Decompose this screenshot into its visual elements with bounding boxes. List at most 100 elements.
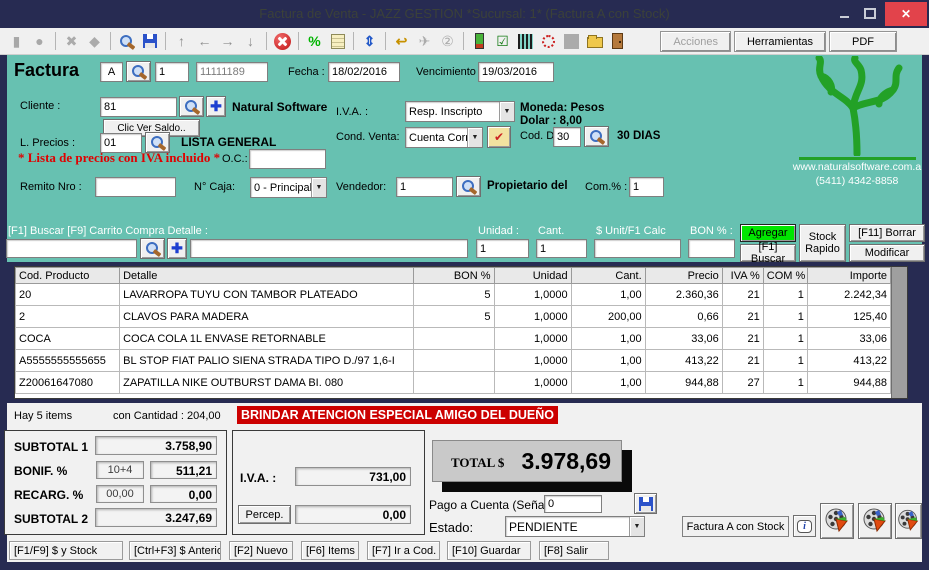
table-row[interactable]: Z20061647080ZAPATILLA NIKE OUTBURST DAMA… bbox=[16, 372, 891, 394]
stock-rapido-button[interactable]: Stock Rapido bbox=[799, 224, 846, 262]
cod-dias-field[interactable] bbox=[553, 127, 581, 147]
table-row[interactable]: COCACOCA COLA 1L ENVASE RETORNABLE1,0000… bbox=[16, 328, 891, 350]
plus-icon: ✚ bbox=[210, 98, 222, 115]
footer-button[interactable]: [F1/F9] $ y Stock bbox=[9, 541, 123, 560]
producto-codigo-field[interactable] bbox=[6, 239, 137, 258]
table-scrollbar[interactable] bbox=[891, 267, 907, 398]
cliente-codigo-field[interactable] bbox=[100, 97, 177, 117]
column-header[interactable]: COM % bbox=[763, 268, 807, 284]
search-icon[interactable] bbox=[116, 31, 137, 51]
borrar-button[interactable]: [F11] Borrar bbox=[849, 224, 925, 242]
vendedor-nombre: Propietario del bbox=[487, 180, 568, 192]
minimize-icon[interactable] bbox=[840, 16, 849, 18]
herramientas-button[interactable]: Herramientas bbox=[734, 31, 826, 52]
fit-vertical-icon[interactable]: ⇕ bbox=[359, 31, 380, 51]
chevron-down-icon[interactable]: ▼ bbox=[499, 102, 514, 121]
table-row[interactable]: 20LAVARROPA TUYU CON TAMBOR PLATEADO51,0… bbox=[16, 284, 891, 306]
column-header[interactable]: Cant. bbox=[571, 268, 645, 284]
bon-field[interactable] bbox=[688, 239, 735, 258]
cant-field[interactable] bbox=[536, 239, 587, 258]
barcode-icon[interactable] bbox=[515, 31, 536, 51]
unidad-field[interactable] bbox=[476, 239, 529, 258]
chevron-down-icon[interactable]: ▼ bbox=[311, 178, 326, 197]
pdf-button[interactable]: PDF bbox=[829, 31, 897, 52]
iva-total-value: 731,00 bbox=[295, 467, 411, 486]
producto-detalle-field[interactable] bbox=[190, 239, 468, 258]
subtotal2-label: SUBTOTAL 2 bbox=[14, 512, 88, 526]
info-button[interactable]: i bbox=[793, 515, 816, 537]
column-header[interactable]: Precio bbox=[645, 268, 722, 284]
buscar-button[interactable]: [F1] Buscar bbox=[740, 244, 796, 262]
vencimiento-field[interactable] bbox=[478, 62, 554, 82]
column-header[interactable]: Importe bbox=[807, 268, 890, 284]
film-reel-icon bbox=[861, 507, 889, 535]
table-row[interactable]: 2CLAVOS PARA MADERA51,0000200,000,662111… bbox=[16, 306, 891, 328]
tipo-comprobante-field[interactable] bbox=[100, 62, 123, 82]
arrow-down-icon: ↓ bbox=[240, 31, 261, 51]
cond-venta-combo[interactable]: Cuenta Corri ▼ bbox=[405, 127, 483, 148]
footer-button[interactable]: [Ctrl+F3] $ Anterior bbox=[129, 541, 221, 560]
producto-add-button[interactable]: ✚ bbox=[167, 238, 187, 259]
recarg-pct-field[interactable]: 00,00 bbox=[96, 485, 144, 503]
checklist-icon[interactable]: ☑ bbox=[492, 31, 513, 51]
modificar-button[interactable]: Modificar bbox=[849, 244, 925, 262]
refresh-dots-icon[interactable] bbox=[538, 31, 559, 51]
column-header[interactable]: IVA % bbox=[722, 268, 763, 284]
column-header[interactable]: BON % bbox=[414, 268, 494, 284]
arrow-right-icon: → bbox=[217, 31, 238, 51]
footer-button[interactable]: [F8] Salir bbox=[539, 541, 609, 560]
maximize-icon[interactable] bbox=[864, 8, 876, 19]
vendedor-field[interactable] bbox=[396, 177, 453, 197]
footer-button[interactable]: [F6] Items bbox=[301, 541, 359, 560]
factura-stock-button[interactable]: Factura A con Stock bbox=[682, 516, 789, 537]
column-header[interactable]: Unidad bbox=[494, 268, 571, 284]
percep-button[interactable]: Percep. bbox=[238, 505, 291, 524]
percent-icon[interactable]: % bbox=[304, 31, 325, 51]
footer-button[interactable]: [F2] Nuevo bbox=[229, 541, 293, 560]
footer-button[interactable]: [F10] Guardar bbox=[447, 541, 531, 560]
cond-venta-check-button[interactable]: ✔ bbox=[487, 126, 511, 148]
footer-button[interactable]: [F7] Ir a Cod. bbox=[367, 541, 440, 560]
caja-combo[interactable]: 0 - Principal ▼ bbox=[250, 177, 327, 198]
media-button-1[interactable] bbox=[820, 503, 854, 539]
sucursal-field[interactable] bbox=[155, 62, 189, 82]
toolbar-separator bbox=[55, 32, 56, 50]
vendedor-search-button[interactable] bbox=[456, 176, 481, 197]
column-header[interactable]: Cod. Producto bbox=[16, 268, 120, 284]
table-row[interactable]: A5555555555655BL STOP FIAT PALIO SIENA S… bbox=[16, 350, 891, 372]
folder-open-icon[interactable] bbox=[584, 31, 605, 51]
column-header[interactable]: Detalle bbox=[120, 268, 414, 284]
notes-icon[interactable] bbox=[327, 31, 348, 51]
agregar-button[interactable]: Agregar bbox=[740, 224, 796, 242]
bonif-pct-field[interactable]: 10+4 bbox=[96, 461, 144, 479]
toolbar-separator bbox=[463, 32, 464, 50]
exit-door-icon[interactable] bbox=[607, 31, 628, 51]
producto-search-button[interactable] bbox=[140, 238, 165, 259]
chevron-down-icon[interactable]: ▼ bbox=[467, 128, 482, 147]
pago-field[interactable] bbox=[544, 495, 602, 513]
remito-field[interactable] bbox=[95, 177, 176, 197]
save-icon[interactable] bbox=[139, 31, 160, 51]
unit-price-field[interactable] bbox=[594, 239, 681, 258]
fecha-field[interactable] bbox=[328, 62, 400, 82]
chevron-down-icon[interactable]: ▼ bbox=[629, 517, 644, 536]
cantidad-total: con Cantidad : 204,00 bbox=[113, 410, 221, 422]
close-button[interactable]: ✕ bbox=[885, 2, 927, 26]
oc-field[interactable] bbox=[249, 149, 326, 169]
battery-icon[interactable] bbox=[469, 31, 490, 51]
cliente-add-button[interactable]: ✚ bbox=[206, 96, 226, 117]
estado-combo[interactable]: PENDIENTE ▼ bbox=[505, 516, 645, 537]
tipo-search-button[interactable] bbox=[126, 61, 151, 82]
com-field[interactable] bbox=[629, 177, 664, 197]
cod-dias-search-button[interactable] bbox=[584, 126, 609, 147]
table-cell: 125,40 bbox=[807, 306, 890, 328]
pago-label: Pago a Cuenta (Seña) bbox=[429, 498, 548, 512]
cancel-icon[interactable] bbox=[272, 31, 293, 51]
cliente-search-button[interactable] bbox=[179, 96, 204, 117]
media-button-2[interactable] bbox=[858, 503, 892, 539]
undo-icon[interactable]: ↩ bbox=[391, 31, 412, 51]
iva-combo[interactable]: Resp. Inscripto ▼ bbox=[405, 101, 515, 122]
numero-factura-field[interactable] bbox=[196, 62, 268, 82]
pago-save-button[interactable] bbox=[634, 493, 657, 514]
media-button-3[interactable] bbox=[895, 503, 922, 539]
